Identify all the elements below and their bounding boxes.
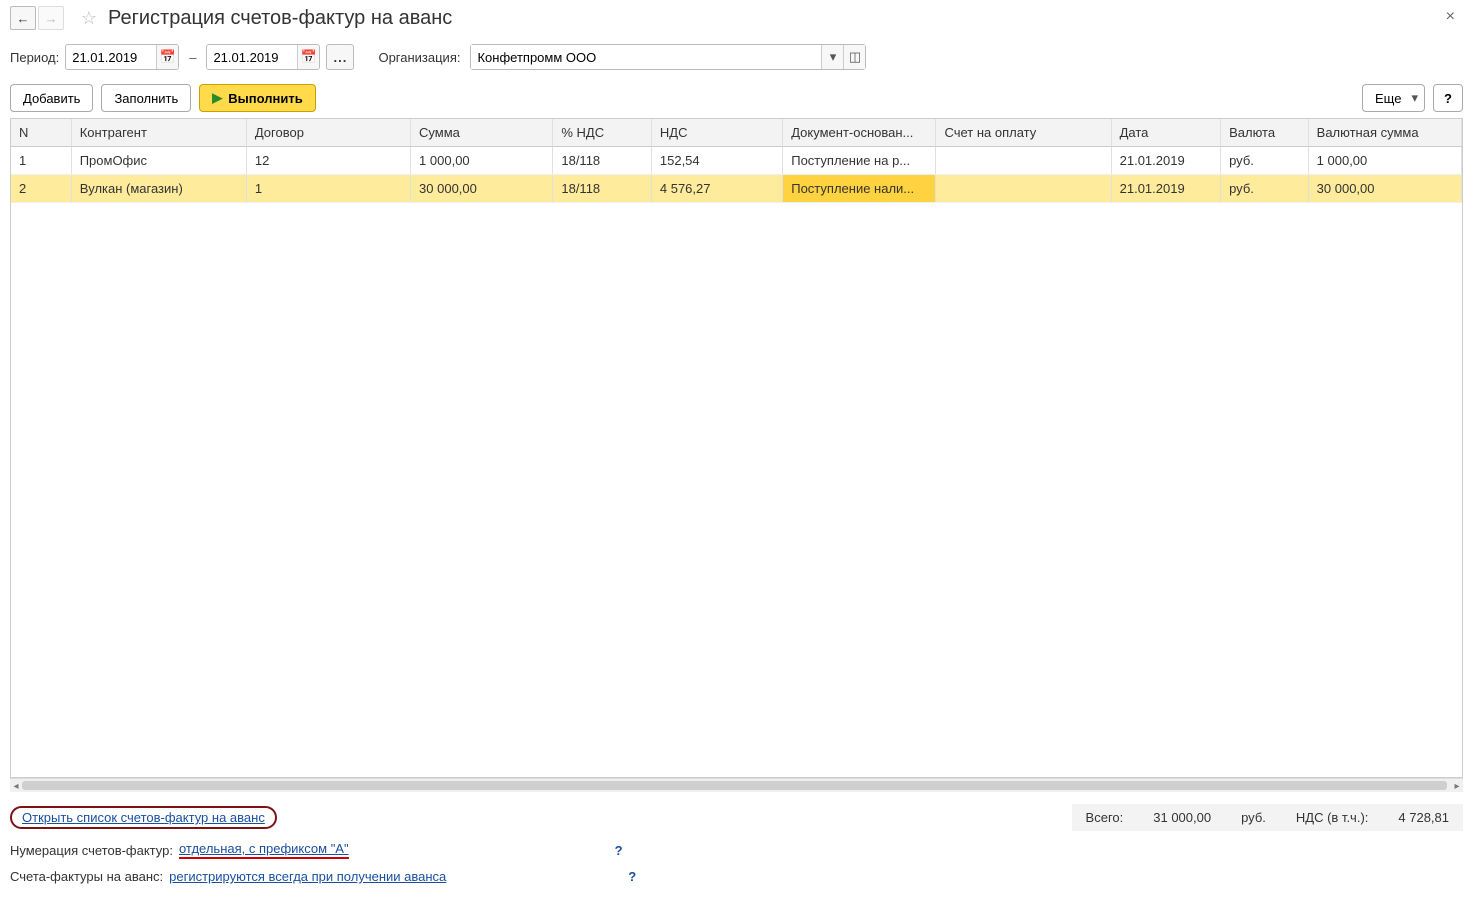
- close-icon: ×: [1446, 8, 1455, 25]
- date-from-input[interactable]: [66, 45, 156, 69]
- table-header-row: N Контрагент Договор Сумма % НДС НДС Док…: [11, 119, 1462, 147]
- cell-vat_pct[interactable]: 18/118: [553, 175, 652, 203]
- col-basis[interactable]: Документ-основан...: [783, 119, 936, 147]
- nav-back-button[interactable]: ←: [10, 6, 36, 30]
- cell-contract[interactable]: 1: [246, 175, 410, 203]
- more-button-label: Еще: [1375, 91, 1401, 106]
- horizontal-scrollbar[interactable]: ◂ ▸: [10, 778, 1463, 792]
- arrow-left-icon: ←: [17, 11, 30, 26]
- open-invoice-list-link[interactable]: Открыть список счетов-фактур на аванс: [10, 806, 277, 829]
- arrow-right-icon: →: [45, 11, 58, 26]
- col-n[interactable]: N: [11, 119, 71, 147]
- cell-counterparty[interactable]: Вулкан (магазин): [71, 175, 246, 203]
- organization-label: Организация:: [378, 50, 460, 65]
- cell-csum[interactable]: 30 000,00: [1308, 175, 1461, 203]
- cell-currency[interactable]: руб.: [1221, 175, 1309, 203]
- cell-counterparty[interactable]: ПромОфис: [71, 147, 246, 175]
- cell-invoice[interactable]: [936, 147, 1111, 175]
- date-from-field[interactable]: 📅: [65, 44, 179, 70]
- close-button[interactable]: ×: [1440, 6, 1461, 28]
- page-title: Регистрация счетов-фактур на аванс: [108, 7, 452, 30]
- col-sum[interactable]: Сумма: [411, 119, 553, 147]
- totals-vat-label: НДС (в т.ч.):: [1296, 810, 1369, 825]
- period-picker-button[interactable]: ...: [326, 44, 354, 70]
- calendar-icon[interactable]: 📅: [297, 45, 319, 69]
- scroll-right-icon[interactable]: ▸: [1451, 779, 1463, 793]
- open-dialog-icon[interactable]: ◫: [843, 45, 865, 69]
- favorite-star-icon[interactable]: ☆: [76, 6, 102, 30]
- run-button[interactable]: ▶ Выполнить: [199, 84, 315, 112]
- advance-label: Счета-фактуры на аванс:: [10, 869, 163, 884]
- numbering-link[interactable]: отдельная, с префиксом "А": [179, 841, 349, 859]
- help-button[interactable]: ?: [1433, 84, 1463, 112]
- totals-label: Всего:: [1086, 810, 1124, 825]
- more-button[interactable]: Еще ▾: [1362, 84, 1425, 112]
- advance-help-icon[interactable]: ?: [628, 869, 636, 884]
- organization-input[interactable]: [471, 45, 821, 69]
- cell-contract[interactable]: 12: [246, 147, 410, 175]
- cell-sum[interactable]: 1 000,00: [411, 147, 553, 175]
- organization-field[interactable]: ▾ ◫: [470, 44, 866, 70]
- col-contract[interactable]: Договор: [246, 119, 410, 147]
- cell-vat[interactable]: 4 576,27: [651, 175, 782, 203]
- cell-csum[interactable]: 1 000,00: [1308, 147, 1461, 175]
- fill-button[interactable]: Заполнить: [101, 84, 191, 112]
- totals-box: Всего: 31 000,00 руб. НДС (в т.ч.): 4 72…: [1072, 804, 1463, 831]
- invoice-table: N Контрагент Договор Сумма % НДС НДС Док…: [11, 119, 1462, 203]
- col-csum[interactable]: Валютная сумма: [1308, 119, 1461, 147]
- period-label: Период:: [10, 50, 59, 65]
- date-dash: –: [185, 50, 200, 65]
- nav-forward-button[interactable]: →: [38, 6, 64, 30]
- totals-value: 31 000,00: [1153, 810, 1211, 825]
- cell-invoice[interactable]: [936, 175, 1111, 203]
- advance-link[interactable]: регистрируются всегда при получении аван…: [169, 869, 446, 884]
- col-currency[interactable]: Валюта: [1221, 119, 1309, 147]
- table-row[interactable]: 2Вулкан (магазин)130 000,0018/1184 576,2…: [11, 175, 1462, 203]
- col-counterparty[interactable]: Контрагент: [71, 119, 246, 147]
- col-vat-pct[interactable]: % НДС: [553, 119, 652, 147]
- cell-sum[interactable]: 30 000,00: [411, 175, 553, 203]
- cell-n[interactable]: 1: [11, 147, 71, 175]
- caret-down-icon: ▾: [1411, 90, 1418, 106]
- numbering-help-icon[interactable]: ?: [615, 843, 623, 858]
- numbering-label: Нумерация счетов-фактур:: [10, 843, 173, 858]
- cell-currency[interactable]: руб.: [1221, 147, 1309, 175]
- col-vat[interactable]: НДС: [651, 119, 782, 147]
- cell-vat[interactable]: 152,54: [651, 147, 782, 175]
- col-invoice[interactable]: Счет на оплату: [936, 119, 1111, 147]
- totals-currency: руб.: [1241, 810, 1266, 825]
- cell-basis[interactable]: Поступление нали...: [783, 175, 936, 203]
- cell-vat_pct[interactable]: 18/118: [553, 147, 652, 175]
- cell-date[interactable]: 21.01.2019: [1111, 175, 1220, 203]
- totals-vat-value: 4 728,81: [1398, 810, 1449, 825]
- cell-date[interactable]: 21.01.2019: [1111, 147, 1220, 175]
- date-to-input[interactable]: [207, 45, 297, 69]
- cell-n[interactable]: 2: [11, 175, 71, 203]
- col-date[interactable]: Дата: [1111, 119, 1220, 147]
- run-button-label: Выполнить: [228, 91, 302, 106]
- calendar-icon[interactable]: 📅: [156, 45, 178, 69]
- cell-basis[interactable]: Поступление на р...: [783, 147, 936, 175]
- scroll-thumb[interactable]: [22, 781, 1447, 790]
- dropdown-icon[interactable]: ▾: [821, 45, 843, 69]
- date-to-field[interactable]: 📅: [206, 44, 320, 70]
- scroll-left-icon[interactable]: ◂: [10, 779, 22, 793]
- play-icon: ▶: [212, 90, 222, 106]
- table-row[interactable]: 1ПромОфис121 000,0018/118152,54Поступлен…: [11, 147, 1462, 175]
- grid-container[interactable]: N Контрагент Договор Сумма % НДС НДС Док…: [10, 118, 1463, 778]
- add-button[interactable]: Добавить: [10, 84, 93, 112]
